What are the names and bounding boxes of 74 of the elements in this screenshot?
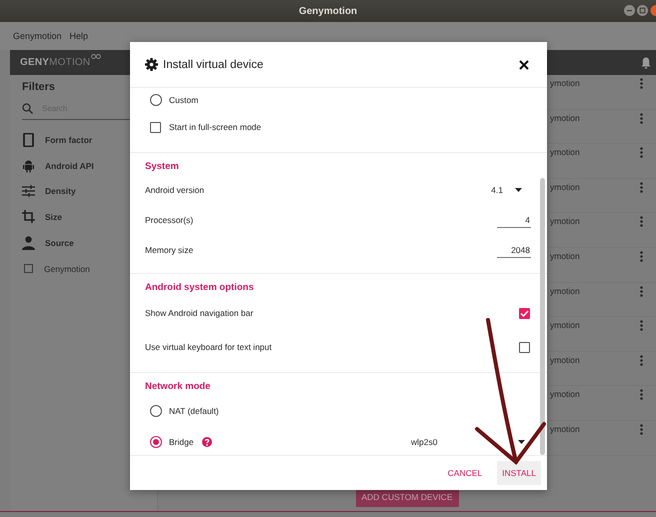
more-options-icon[interactable] <box>640 286 643 297</box>
logo-text: GENYMOTION <box>20 57 90 68</box>
option-label: Show Android navigation bar <box>145 308 254 318</box>
checkbox[interactable] <box>150 122 161 132</box>
more-options-icon[interactable] <box>640 424 643 435</box>
scrollbar-thumb[interactable] <box>540 178 545 455</box>
maximize-button[interactable] <box>637 5 648 16</box>
more-options-icon[interactable] <box>640 354 643 366</box>
cancel-button[interactable]: CANCEL <box>442 461 488 485</box>
checkbox-label: Genymotion <box>44 264 90 274</box>
device-name: ymotion <box>550 286 580 296</box>
more-options-icon[interactable] <box>640 147 643 158</box>
install-button[interactable]: INSTALL <box>497 461 541 485</box>
filter-item[interactable]: Source <box>45 238 74 248</box>
minimize-button[interactable] <box>624 5 635 16</box>
menu-item[interactable]: Help <box>70 31 88 41</box>
device-name: ymotion <box>550 216 580 226</box>
more-options-icon[interactable] <box>640 389 643 400</box>
option-label: Processor(s) <box>145 215 194 225</box>
option-label: Memory size <box>145 245 194 255</box>
help-icon[interactable] <box>202 436 212 446</box>
dialog-title: Install virtual device <box>163 58 264 70</box>
filter-item[interactable]: Form factor <box>45 134 92 145</box>
gear-icon <box>145 58 158 71</box>
crop-icon <box>22 210 35 224</box>
radio-label: NAT (default) <box>169 406 219 416</box>
checkbox[interactable] <box>24 264 33 274</box>
search-icon <box>22 102 33 114</box>
checkbox[interactable] <box>519 308 530 318</box>
section-heading: Network mode <box>145 380 212 394</box>
device-name: ymotion <box>550 389 580 400</box>
radio-label: Bridge <box>169 436 194 446</box>
device-name: ymotion <box>550 147 580 158</box>
option-label: Use virtual keyboard for text input <box>145 342 273 352</box>
device-name: ymotion <box>550 182 580 192</box>
more-options-icon[interactable] <box>640 78 643 89</box>
window-title: Genymotion <box>298 6 358 16</box>
checkbox[interactable] <box>519 342 530 352</box>
more-options-icon[interactable] <box>640 112 643 124</box>
radio-button[interactable] <box>150 404 162 416</box>
caret-icon <box>515 188 522 192</box>
infinity-icon <box>91 54 102 59</box>
filters-title: Filters <box>22 81 56 95</box>
more-options-icon[interactable] <box>640 320 643 332</box>
more-options-icon[interactable] <box>640 216 643 228</box>
radio-button[interactable] <box>150 436 162 448</box>
device-name: ymotion <box>550 112 580 123</box>
close-icon[interactable] <box>519 60 529 70</box>
section-heading: System <box>145 160 180 174</box>
version-dropdown[interactable]: 4.1 <box>491 185 531 195</box>
interface-dropdown[interactable]: wlp2s0 <box>411 436 531 446</box>
more-options-icon[interactable] <box>640 250 643 262</box>
phone-icon <box>22 132 35 147</box>
filter-item[interactable]: Android API <box>45 160 94 171</box>
radio-button[interactable] <box>150 94 162 106</box>
person-icon <box>22 236 35 250</box>
device-name: ymotion <box>550 424 580 434</box>
device-name: ymotion <box>550 250 580 261</box>
radio-label: Custom <box>169 95 198 105</box>
device-name: ymotion <box>550 320 580 330</box>
filter-item[interactable]: Density <box>45 186 76 196</box>
filter-item[interactable]: Size <box>45 212 62 222</box>
section-heading: Android system options <box>145 280 255 294</box>
device-name: ymotion <box>550 78 580 88</box>
option-label: Android version <box>145 185 206 195</box>
device-name: ymotion <box>550 354 580 365</box>
bell-icon[interactable] <box>641 56 651 68</box>
sliders-icon <box>22 184 35 198</box>
caret-icon <box>518 440 525 444</box>
menu-item[interactable]: Genymotion <box>13 31 62 41</box>
checkbox-label: Start in full-screen mode <box>169 122 262 132</box>
close-button[interactable] <box>650 5 656 16</box>
more-options-icon[interactable] <box>640 182 643 193</box>
android-icon <box>22 158 35 173</box>
